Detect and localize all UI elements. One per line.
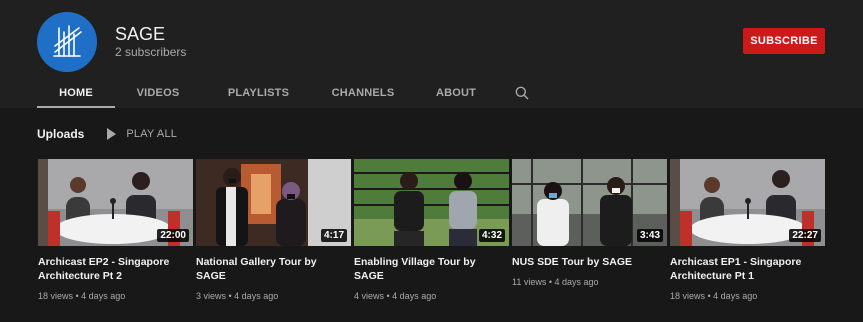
channel-search-button[interactable] <box>502 78 542 108</box>
video-card[interactable]: 4:32 Enabling Village Tour by SAGE 4 vie… <box>354 159 509 301</box>
video-duration: 3:43 <box>636 229 663 242</box>
video-duration: 22:00 <box>157 229 189 242</box>
subscriber-count: 2 subscribers <box>115 45 187 59</box>
video-card[interactable]: 22:27 Archicast EP1 - Singapore Architec… <box>670 159 825 301</box>
play-icon <box>107 128 117 140</box>
video-metadata: 4 views • 4 days ago <box>354 291 437 301</box>
video-metadata: 18 views • 4 days ago <box>38 291 126 301</box>
channel-name: SAGE <box>115 24 166 44</box>
video-age: 4 days ago <box>392 291 437 301</box>
uploads-shelf-header: Uploads PLAY ALL <box>37 126 177 142</box>
video-views: 4 views <box>354 291 385 301</box>
search-icon <box>515 86 529 100</box>
video-title[interactable]: NUS SDE Tour by SAGE <box>512 255 662 269</box>
tab-about[interactable]: ABOUT <box>410 78 502 108</box>
video-thumbnail[interactable]: 4:32 <box>354 159 509 246</box>
video-card[interactable]: 22:00 Archicast EP2 - Singapore Architec… <box>38 159 193 301</box>
video-age: 4 days ago <box>234 291 279 301</box>
video-grid: 22:00 Archicast EP2 - Singapore Architec… <box>38 159 825 301</box>
video-card[interactable]: 3:43 NUS SDE Tour by SAGE 11 views • 4 d… <box>512 159 667 301</box>
building-logo-icon <box>37 12 97 72</box>
video-age: 4 days ago <box>81 291 126 301</box>
video-views: 18 views <box>670 291 706 301</box>
video-metadata: 11 views • 4 days ago <box>512 277 599 287</box>
tab-channels[interactable]: CHANNELS <box>316 78 410 108</box>
video-title[interactable]: Archicast EP2 - Singapore Architecture P… <box>38 255 188 283</box>
video-views: 18 views <box>38 291 74 301</box>
channel-avatar[interactable] <box>37 12 97 72</box>
video-card[interactable]: 4:17 National Gallery Tour by SAGE 3 vie… <box>196 159 351 301</box>
play-all-label: PLAY ALL <box>126 128 178 140</box>
video-duration: 4:17 <box>320 229 347 242</box>
video-age: 4 days ago <box>554 277 599 287</box>
channel-tabs: HOME VIDEOS PLAYLISTS CHANNELS ABOUT <box>37 78 542 108</box>
video-title[interactable]: Archicast EP1 - Singapore Architecture P… <box>670 255 820 283</box>
tab-playlists[interactable]: PLAYLISTS <box>201 78 316 108</box>
video-thumbnail[interactable]: 22:27 <box>670 159 825 246</box>
subscribe-button[interactable]: SUBSCRIBE <box>743 28 825 54</box>
video-title[interactable]: Enabling Village Tour by SAGE <box>354 255 504 283</box>
channel-header: SAGE 2 subscribers SUBSCRIBE HOME VIDEOS… <box>0 0 863 108</box>
video-thumbnail[interactable]: 3:43 <box>512 159 667 246</box>
tab-videos[interactable]: VIDEOS <box>115 78 201 108</box>
video-duration: 22:27 <box>789 229 821 242</box>
video-metadata: 18 views • 4 days ago <box>670 291 758 301</box>
play-all-button[interactable]: PLAY ALL <box>106 128 177 140</box>
tab-home[interactable]: HOME <box>37 78 115 108</box>
uploads-title[interactable]: Uploads <box>37 127 84 141</box>
video-thumbnail[interactable]: 22:00 <box>38 159 193 246</box>
video-views: 11 views <box>512 277 547 287</box>
video-age: 4 days ago <box>713 291 758 301</box>
video-metadata: 3 views • 4 days ago <box>196 291 279 301</box>
video-thumbnail[interactable]: 4:17 <box>196 159 351 246</box>
video-duration: 4:32 <box>478 229 505 242</box>
video-title[interactable]: National Gallery Tour by SAGE <box>196 255 346 283</box>
video-views: 3 views <box>196 291 227 301</box>
